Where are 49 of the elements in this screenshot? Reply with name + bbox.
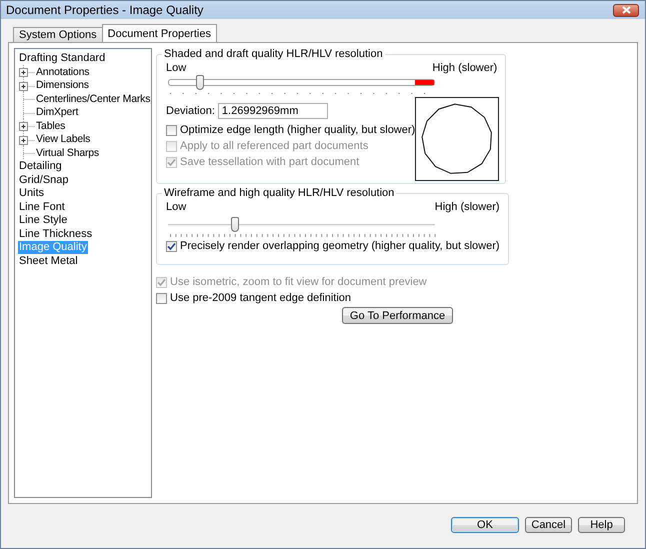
tree-item[interactable]: Tables — [35, 120, 66, 133]
tree-item[interactable]: Line Thickness — [18, 228, 94, 241]
slider-thumb[interactable] — [230, 217, 239, 232]
tree-item[interactable]: Units — [18, 187, 46, 200]
window-title: Document Properties - Image Quality — [6, 3, 204, 17]
tree-item[interactable]: View Labels — [35, 133, 92, 146]
dialog-button[interactable]: Cancel — [525, 517, 572, 533]
checkbox-label: Optimize edge length (higher quality, but slower) — [180, 124, 416, 136]
tree-item[interactable]: Centerlines/Center Marks — [35, 92, 151, 106]
tree-line-icon — [19, 65, 37, 80]
slider[interactable] — [168, 75, 435, 90]
slider-label: High (slower) — [434, 201, 500, 213]
close-button[interactable] — [613, 4, 639, 16]
tree-line-icon — [19, 119, 37, 134]
tree-item[interactable]: Line Font — [18, 200, 66, 214]
slider-label: High (slower) — [432, 62, 498, 74]
dialog-button[interactable]: OK — [451, 517, 519, 533]
tree-item[interactable]: Virtual Sharps — [35, 146, 100, 160]
checkbox-label: Use isometric, zoom to fit view for document preview — [170, 276, 427, 288]
deviation-field[interactable]: 1.26992969mm — [218, 103, 328, 119]
tree-line-icon — [19, 78, 37, 93]
tab[interactable]: System Options — [13, 27, 103, 42]
checkbox[interactable] — [156, 292, 167, 304]
tree-line-icon — [19, 132, 37, 147]
tab[interactable]: Document Properties — [102, 24, 217, 42]
tree-item[interactable]: Sheet Metal — [18, 254, 79, 268]
slider-label: Low — [166, 62, 186, 74]
tree-item[interactable]: Annotations — [35, 66, 90, 79]
checkbox-label: Save tessellation with part document — [180, 156, 360, 168]
tree-item[interactable]: Detailing — [18, 160, 63, 174]
dialog-button[interactable]: Help — [578, 517, 625, 533]
slider-label: Low — [166, 201, 186, 213]
tree-item[interactable]: Drafting Standard — [18, 52, 106, 66]
tree-item[interactable]: Line Style — [18, 214, 68, 228]
checkbox[interactable] — [166, 124, 177, 136]
checkbox-label: Precisely render overlapping geometry (higher quality, but slower) — [180, 240, 500, 252]
checkbox-label: Apply to all referenced part documents — [180, 140, 368, 152]
tree-item[interactable]: DimXpert — [35, 106, 80, 120]
tree-item[interactable]: Dimensions — [35, 79, 90, 92]
checkbox[interactable] — [166, 240, 177, 252]
group-title: Wireframe and high quality HLR/HLV resolution — [163, 187, 396, 199]
group-title: Shaded and draft quality HLR/HLV resolution — [163, 48, 384, 60]
tree-item[interactable]: Grid/Snap — [18, 174, 70, 187]
slider-thumb[interactable] — [196, 75, 204, 90]
go-to-performance-button[interactable]: Go To Performance — [342, 307, 453, 324]
deviation-label: Deviation: — [166, 105, 215, 117]
slider[interactable] — [168, 217, 435, 232]
checkbox-label: Use pre-2009 tangent edge definition — [170, 292, 352, 304]
close-icon — [622, 6, 630, 14]
